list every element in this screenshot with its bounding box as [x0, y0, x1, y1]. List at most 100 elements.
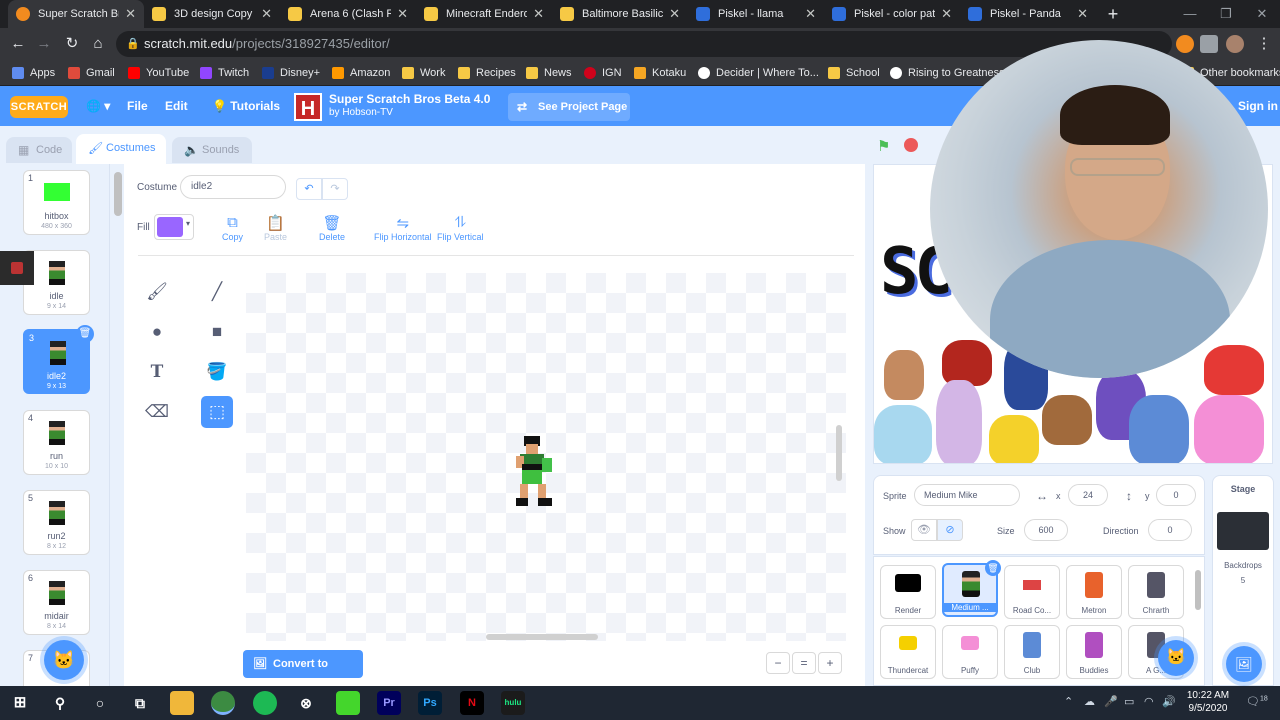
sprite-item[interactable]: Club: [1004, 625, 1060, 679]
flip-horizontal-button[interactable]: ⇋ Flip Horizontal: [374, 214, 432, 242]
wifi-icon[interactable]: ◠: [1144, 695, 1154, 708]
tray-chevron-icon[interactable]: ⌃: [1064, 695, 1073, 708]
sign-in-link[interactable]: Sign in: [1238, 86, 1278, 126]
redo-icon[interactable]: ↷: [322, 178, 348, 200]
cortana-icon[interactable]: ○: [88, 691, 112, 715]
costume-item-selected[interactable]: 3 idle2 9 x 13 🗑: [23, 325, 94, 394]
photoshop-icon[interactable]: Ps: [418, 691, 442, 715]
add-costume-cat-icon[interactable]: 🐱: [44, 640, 84, 680]
circle-tool-icon[interactable]: ●: [141, 316, 173, 348]
bookmark-gmail[interactable]: Gmail: [68, 64, 115, 82]
sprite-item-selected[interactable]: Medium ... 🗑: [942, 560, 1001, 617]
sprite-item[interactable]: Render: [880, 565, 936, 619]
tab-code[interactable]: ▦ Code: [6, 137, 72, 163]
convert-to-vector-button[interactable]: 🖼Convert to Vector: [243, 650, 363, 698]
bookmark-amazon[interactable]: Amazon: [332, 64, 390, 82]
browser-tab[interactable]: Super Scratch Bros ✕: [8, 0, 144, 28]
delete-costume-icon[interactable]: 🗑: [76, 325, 94, 343]
browser-tab[interactable]: Arena 6 (Clash Roy ✕: [280, 0, 416, 28]
bookmark-ign[interactable]: IGN: [584, 64, 622, 82]
close-tab-icon[interactable]: ✕: [397, 6, 408, 22]
hulu-icon[interactable]: hulu: [501, 691, 525, 715]
razer-icon[interactable]: [336, 691, 360, 715]
brush-tool-icon[interactable]: 🖌: [141, 276, 173, 308]
microphone-icon[interactable]: 🎤: [1104, 695, 1118, 708]
fill-bucket-tool-icon[interactable]: 🪣: [201, 356, 233, 388]
paste-button[interactable]: 📋 Paste: [264, 214, 287, 242]
stop-icon[interactable]: [904, 138, 918, 152]
costume-name-input[interactable]: idle2: [180, 175, 286, 199]
paint-canvas[interactable]: [246, 273, 846, 641]
browser-tab[interactable]: 3D design Copy of ✕: [144, 0, 280, 28]
costume-item[interactable]: 4 run 10 x 10: [23, 410, 90, 475]
close-tab-icon[interactable]: ✕: [805, 6, 816, 22]
add-backdrop-icon[interactable]: 🖼: [1226, 646, 1262, 682]
maximize-icon[interactable]: ❐: [1208, 0, 1244, 28]
volume-icon[interactable]: 🔊: [1162, 695, 1176, 708]
bookmark-school[interactable]: School: [828, 64, 880, 82]
bookmark-disney[interactable]: Disney+: [262, 64, 320, 82]
close-window-icon[interactable]: ✕: [1244, 0, 1280, 28]
forward-icon[interactable]: →: [34, 34, 54, 54]
select-tool-icon[interactable]: ⬚: [201, 396, 233, 428]
sprite-item[interactable]: Metron: [1066, 565, 1122, 619]
bookmark-twitch[interactable]: Twitch: [200, 64, 249, 82]
search-icon[interactable]: ⚲: [48, 691, 72, 715]
back-icon[interactable]: ←: [8, 34, 28, 54]
notifications-icon[interactable]: 🗨18: [1246, 695, 1268, 708]
browser-tab[interactable]: Piskel - color patte ✕: [824, 0, 960, 28]
project-title[interactable]: Super Scratch Bros Beta 4.0: [329, 92, 490, 106]
close-tab-icon[interactable]: ✕: [125, 6, 136, 22]
browser-tab[interactable]: Baltimore Basilica ✕: [552, 0, 688, 28]
chrome-menu-icon[interactable]: ⋮: [1254, 34, 1274, 54]
address-bar[interactable]: 🔒 scratch.mit.edu/projects/318927435/edi…: [116, 31, 1172, 57]
minimize-icon[interactable]: —: [1172, 0, 1208, 28]
chrome-icon[interactable]: [211, 691, 235, 715]
zoom-out-button[interactable]: −: [766, 652, 790, 674]
zoom-reset-button[interactable]: =: [792, 652, 816, 674]
profile-avatar[interactable]: [1226, 35, 1244, 53]
close-tab-icon[interactable]: ✕: [669, 6, 680, 22]
see-project-page-button[interactable]: ⇄ See Project Page: [508, 93, 630, 121]
undo-icon[interactable]: ↶: [296, 178, 322, 200]
file-explorer-icon[interactable]: [170, 691, 194, 715]
rectangle-tool-icon[interactable]: ■: [201, 316, 233, 348]
canvas-horizontal-scrollbar[interactable]: [486, 634, 598, 640]
bookmark-news[interactable]: News: [526, 64, 572, 82]
xbox-icon[interactable]: ⊗: [294, 691, 318, 715]
battery-icon[interactable]: ▭: [1124, 695, 1134, 708]
sprite-item[interactable]: Buddies: [1066, 625, 1122, 679]
language-globe-icon[interactable]: 🌐 ▾: [86, 86, 110, 126]
costume-item[interactable]: 1 hitbox 480 x 360: [23, 170, 90, 235]
premiere-icon[interactable]: Pr: [377, 691, 401, 715]
close-tab-icon[interactable]: ✕: [261, 6, 272, 22]
tab-costumes[interactable]: 🖌 Costumes: [76, 134, 166, 164]
bookmark-kotaku[interactable]: Kotaku: [634, 64, 686, 82]
direction-input[interactable]: 0: [1148, 519, 1192, 541]
sprite-list-scrollbar[interactable]: [1195, 570, 1201, 610]
delete-sprite-icon[interactable]: 🗑: [985, 560, 1001, 576]
y-position-input[interactable]: 0: [1156, 484, 1196, 506]
costume-item[interactable]: 6 midair 8 x 14: [23, 570, 90, 635]
size-input[interactable]: 600: [1024, 519, 1068, 541]
costume-list-scrollbar[interactable]: [114, 172, 122, 216]
browser-tab[interactable]: Minecraft Enderdr ✕: [416, 0, 552, 28]
eraser-tool-icon[interactable]: ⌫: [141, 396, 173, 428]
scratch-logo[interactable]: SCRATCH: [10, 96, 68, 118]
copy-button[interactable]: ⧉ Copy: [222, 214, 243, 242]
bookmark-decider[interactable]: Decider | Where To...: [698, 64, 819, 82]
bookmark-youtube[interactable]: YouTube: [128, 64, 189, 82]
browser-tab[interactable]: Piskel - Panda ✕: [960, 0, 1096, 28]
x-position-input[interactable]: 24: [1068, 484, 1108, 506]
green-flag-icon[interactable]: ⚑: [877, 137, 890, 155]
browser-tab[interactable]: Piskel - llama ✕: [688, 0, 824, 28]
new-tab-button[interactable]: +: [1103, 4, 1123, 24]
puzzle-extensions-icon[interactable]: [1200, 35, 1218, 53]
bookmark-rising[interactable]: Rising to Greatness: [890, 64, 1005, 82]
tutorials-button[interactable]: 💡 Tutorials: [212, 86, 280, 126]
spotify-icon[interactable]: [253, 691, 277, 715]
delete-button[interactable]: 🗑 Delete: [319, 214, 345, 242]
close-tab-icon[interactable]: ✕: [941, 6, 952, 22]
bookmark-work[interactable]: Work: [402, 64, 445, 82]
sprite-item[interactable]: Chrarth: [1128, 565, 1184, 619]
